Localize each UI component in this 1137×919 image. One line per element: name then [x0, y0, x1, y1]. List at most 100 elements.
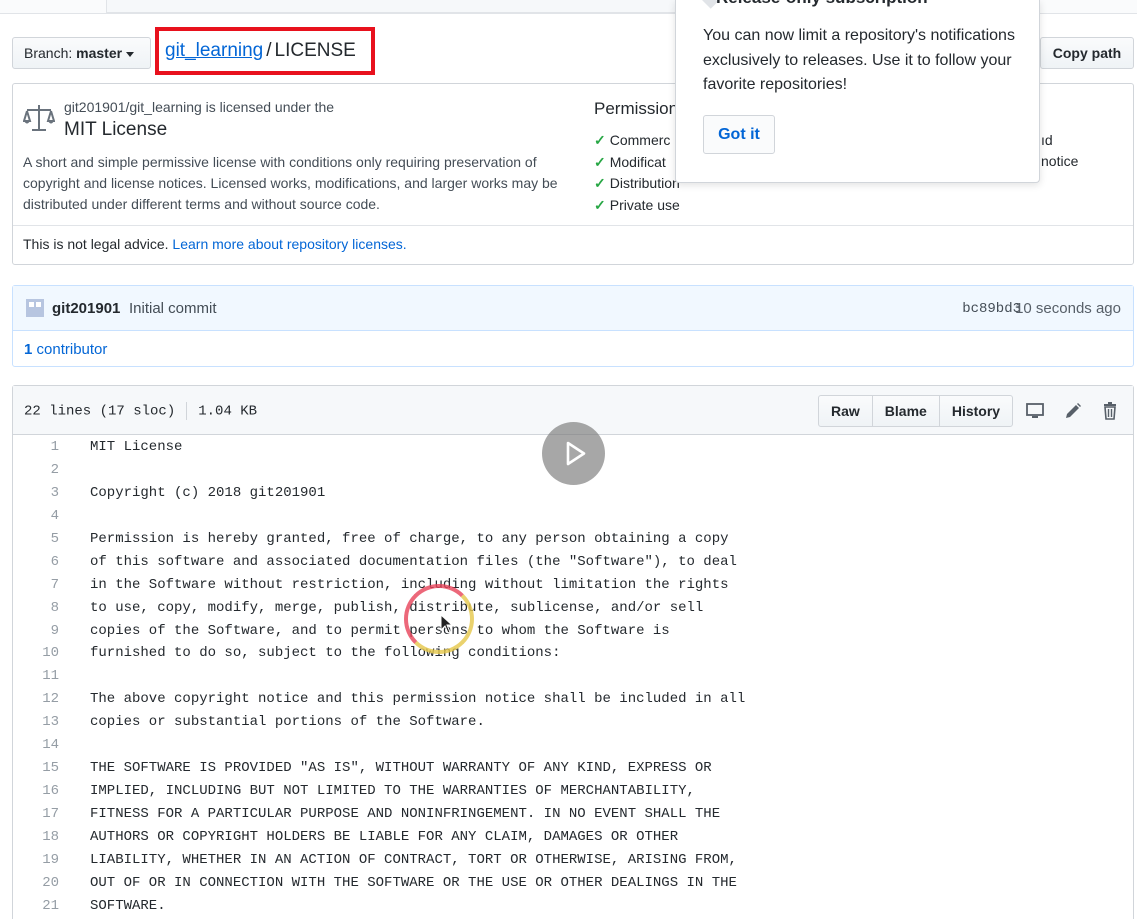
line-number[interactable]: 3 [13, 482, 59, 505]
branch-label: Branch: [24, 45, 73, 61]
code-line: 11 [13, 665, 1133, 688]
permissions-list: ✓ Commerc ✓ Modificat ✓ Distribution ✓ Priva… [594, 130, 680, 216]
code-line: 16 IMPLIED, INCLUDING BUT NOT LIMITED TO … [13, 780, 1133, 803]
check-icon: ✓ [594, 175, 606, 191]
line-content: Copyright (c) 2018 git201901 [90, 484, 326, 501]
code-line: 15 THE SOFTWARE IS PROVIDED "AS IS", WITH… [13, 757, 1133, 780]
line-number[interactable]: 18 [13, 826, 59, 849]
line-content: SOFTWARE. [90, 897, 166, 914]
line-number[interactable]: 1 [13, 436, 59, 459]
blame-button[interactable]: Blame [871, 395, 940, 427]
breadcrumb: git_learning / LICENSE [155, 27, 375, 75]
line-content: MIT License [90, 439, 183, 455]
breadcrumb-file: LICENSE [274, 40, 356, 61]
code-line: 17 FITNESS FOR A PARTICULAR PURPOSE AND N… [13, 803, 1133, 826]
line-content: IMPLIED, INCLUDING BUT NOT LIMITED TO TH… [90, 783, 695, 800]
scale-icon [23, 105, 55, 131]
cursor-icon [440, 614, 454, 634]
breadcrumb-separator: / [266, 40, 272, 61]
contributors-count: 1 [24, 341, 33, 358]
line-content: Permission is hereby granted, free of ch… [90, 530, 729, 547]
license-owner-text: git201901/git_learning is licensed under… [64, 99, 335, 115]
play-icon [566, 441, 586, 466]
line-content: AUTHORS OR COPYRIGHT HOLDERS BE LIABLE F… [90, 828, 679, 845]
line-number[interactable]: 15 [13, 757, 59, 780]
trash-icon[interactable] [1100, 401, 1120, 421]
line-content: furnished to do so, subject to the follo… [90, 645, 561, 662]
code-line: 8 to use, copy, modify, merge, publish, d… [13, 597, 1133, 620]
permissions-title: Permission [594, 99, 679, 118]
condition-fragment: notice [1041, 153, 1079, 169]
line-content: The above copyright notice and this perm… [90, 691, 746, 708]
line-content [59, 505, 90, 528]
release-subscription-popover: Release-only subscription You can now li… [675, 0, 1040, 183]
file-actions-group: Raw Blame History [818, 395, 1014, 427]
license-name: MIT License [64, 119, 168, 140]
caret-down-icon [126, 51, 135, 57]
line-content: THE SOFTWARE IS PROVIDED "AS IS", WITHOU… [90, 760, 712, 777]
code-line: 19 LIABILITY, WHETHER IN AN ACTION OF CON… [13, 849, 1133, 872]
check-icon: ✓ [594, 132, 606, 148]
line-number[interactable]: 10 [13, 642, 59, 665]
line-number[interactable]: 6 [13, 551, 59, 574]
permission-label: Private use [609, 196, 680, 213]
file-info-divider [186, 402, 188, 420]
line-number[interactable]: 21 [13, 895, 59, 918]
branch-value: master [76, 45, 123, 61]
line-number[interactable]: 11 [13, 665, 59, 688]
raw-button[interactable]: Raw [818, 395, 873, 427]
check-icon: ✓ [594, 196, 606, 213]
permission-label: Distribution [609, 175, 680, 191]
line-number[interactable]: 19 [13, 849, 59, 872]
line-number[interactable]: 5 [13, 528, 59, 551]
line-number[interactable]: 4 [13, 505, 59, 528]
line-content: copies or substantial portions of the So… [90, 714, 485, 731]
permission-label: Commerc [609, 132, 671, 148]
line-number[interactable]: 9 [13, 620, 59, 643]
code-line: 13 copies or substantial portions of the … [13, 711, 1133, 734]
copy-path-button[interactable]: Copy path [1040, 37, 1134, 69]
branch-select-button[interactable]: Branch: master [12, 37, 151, 69]
contributors-link[interactable]: 1 contributor [24, 341, 107, 358]
line-number[interactable]: 20 [13, 872, 59, 895]
breadcrumb-repo-link[interactable]: git_learning [165, 40, 263, 61]
desktop-icon[interactable] [1025, 401, 1045, 421]
check-icon: ✓ [594, 153, 606, 170]
code-line: 5 Permission is hereby granted, free of c… [13, 528, 1133, 551]
code-line: 4 [13, 505, 1133, 528]
line-number[interactable]: 12 [13, 688, 59, 711]
got-it-button[interactable]: Got it [703, 115, 775, 154]
file-size: 1.04 KB [198, 403, 258, 420]
line-number[interactable]: 8 [13, 597, 59, 620]
line-number[interactable]: 16 [13, 780, 59, 803]
avatar[interactable] [26, 299, 44, 317]
legal-notice: This is not legal advice. Learn more abo… [23, 236, 407, 252]
pencil-icon[interactable] [1063, 401, 1083, 421]
code-line: 3 Copyright (c) 2018 git201901 [13, 482, 1133, 505]
line-number[interactable]: 2 [13, 459, 59, 482]
commit-message[interactable]: Initial commit [129, 300, 217, 317]
line-number[interactable]: 13 [13, 711, 59, 734]
commit-author[interactable]: git201901 [52, 300, 120, 317]
click-highlight-ring [404, 584, 474, 654]
code-line: 7 in the Software without restriction, in… [13, 574, 1133, 597]
line-number[interactable]: 17 [13, 803, 59, 826]
line-content: in the Software without restriction, inc… [90, 576, 729, 593]
code-line: 14 [13, 734, 1133, 757]
popover-title: Release-only subscription [716, 0, 928, 8]
line-number[interactable]: 14 [13, 734, 59, 757]
line-number[interactable]: 7 [13, 574, 59, 597]
top-tab[interactable] [106, 0, 686, 13]
file-info: 22 lines (17 sloc) 1.04 KB [24, 402, 257, 420]
legal-link[interactable]: Learn more about repository licenses. [172, 236, 406, 252]
play-button[interactable] [542, 422, 605, 485]
file-lines-info: 22 lines (17 sloc) [24, 403, 176, 420]
line-content: of this software and associated document… [90, 553, 737, 570]
line-content: copies of the Software, and to permit pe… [90, 622, 670, 639]
permission-item: ✓ Commerc [594, 130, 680, 152]
commit-sha[interactable]: bc89bd3 [962, 301, 1021, 317]
popover-body: You can now limit a repository's notific… [703, 27, 1015, 93]
line-content [59, 459, 90, 482]
history-button[interactable]: History [938, 395, 1014, 427]
license-description: A short and simple permissive license wi… [23, 154, 558, 212]
